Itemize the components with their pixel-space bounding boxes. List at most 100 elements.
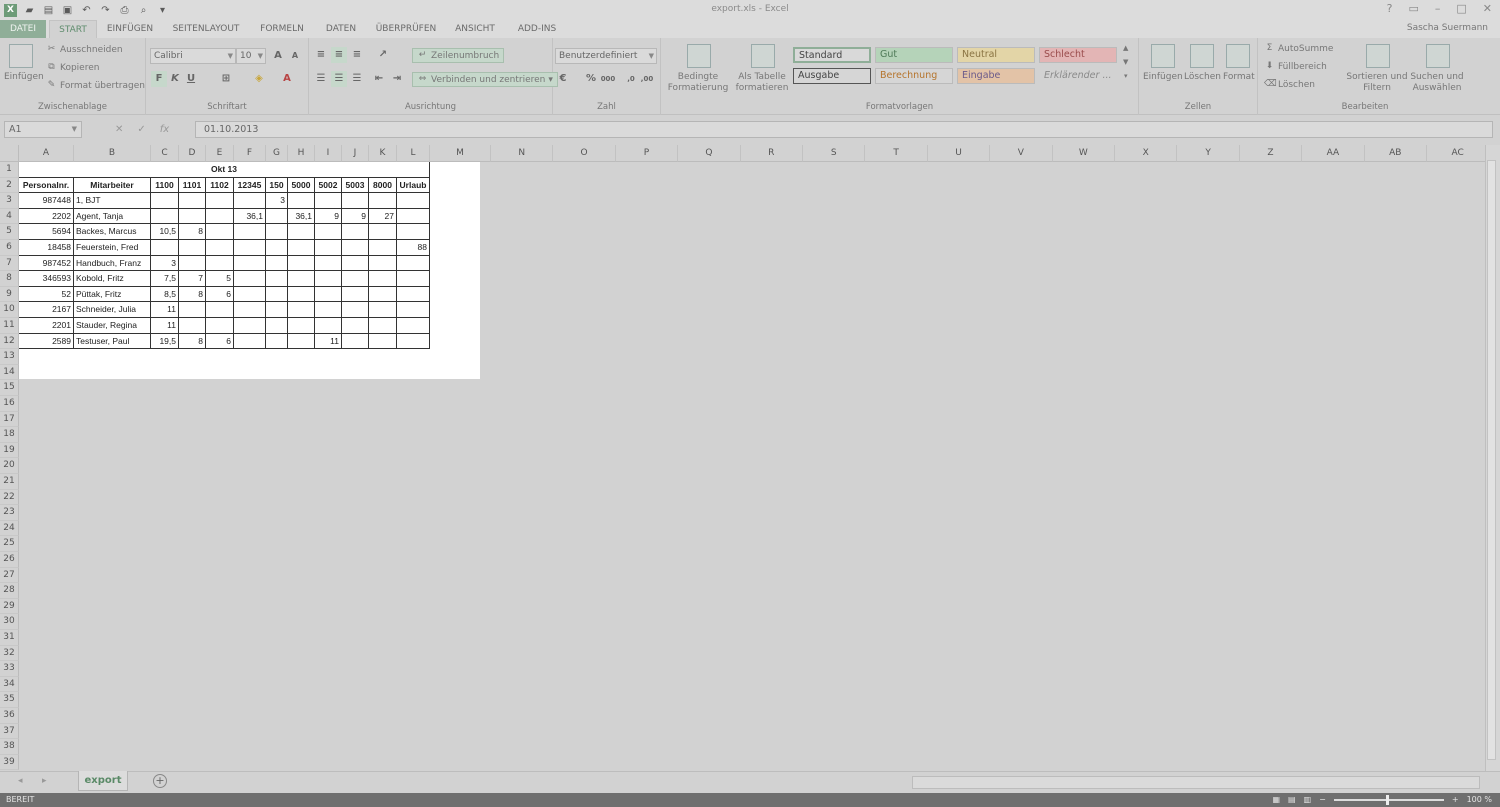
row-header-16[interactable]: 16 bbox=[0, 396, 19, 412]
decrease-indent-icon[interactable]: ⇤ bbox=[371, 71, 387, 87]
data-cell[interactable] bbox=[315, 193, 342, 209]
undo-icon[interactable]: ↶ bbox=[80, 4, 93, 17]
data-cell[interactable]: Agent, Tanja bbox=[74, 208, 151, 225]
font-family-combo[interactable]: Calibri ▼ bbox=[150, 48, 236, 64]
row-header-27[interactable]: 27 bbox=[0, 567, 19, 584]
data-cell[interactable] bbox=[234, 240, 266, 256]
data-cell[interactable]: Handbuch, Franz bbox=[74, 255, 151, 272]
data-cell[interactable] bbox=[315, 302, 342, 318]
copy-button[interactable]: ⧉ Kopieren bbox=[46, 62, 99, 73]
data-cell[interactable]: 3 bbox=[266, 193, 288, 209]
bold-button[interactable]: F bbox=[151, 71, 167, 87]
vertical-scroll-thumb[interactable] bbox=[1487, 160, 1496, 760]
align-middle-icon[interactable]: ≡ bbox=[331, 47, 347, 63]
header-cell[interactable]: Mitarbeiter bbox=[74, 177, 151, 194]
row-header-10[interactable]: 10 bbox=[0, 302, 19, 318]
row-header-1[interactable]: 1 bbox=[0, 162, 19, 178]
column-header-z[interactable]: Z bbox=[1239, 145, 1303, 162]
style-standard[interactable]: Standard bbox=[793, 47, 871, 63]
style-ausgabe[interactable]: Ausgabe bbox=[793, 68, 871, 84]
row-header-31[interactable]: 31 bbox=[0, 630, 19, 646]
data-cell[interactable] bbox=[266, 255, 288, 272]
data-cell[interactable] bbox=[397, 302, 430, 318]
data-cell[interactable]: 8,5 bbox=[151, 286, 179, 303]
tab-einfuegen[interactable]: EINFÜGEN bbox=[100, 20, 160, 38]
help-icon[interactable]: ? bbox=[1387, 2, 1393, 15]
row-header-14[interactable]: 14 bbox=[0, 364, 19, 381]
style-schlecht[interactable]: Schlecht bbox=[1039, 47, 1117, 63]
style-neutral[interactable]: Neutral bbox=[957, 47, 1035, 63]
data-cell[interactable]: 5694 bbox=[19, 224, 74, 240]
data-cell[interactable]: 7 bbox=[179, 271, 206, 287]
border-icon[interactable]: ⊞ bbox=[218, 71, 234, 87]
data-cell[interactable] bbox=[369, 224, 397, 240]
column-header-h[interactable]: H bbox=[288, 145, 315, 162]
data-cell[interactable]: 88 bbox=[397, 240, 430, 256]
row-header-9[interactable]: 9 bbox=[0, 286, 19, 303]
cut-button[interactable]: ✂ Ausschneiden bbox=[46, 44, 123, 55]
data-cell[interactable]: 8 bbox=[179, 333, 206, 350]
data-cell[interactable]: 9 bbox=[315, 208, 342, 225]
column-header-o[interactable]: O bbox=[553, 145, 616, 162]
align-bottom-icon[interactable]: ≡ bbox=[349, 47, 365, 63]
data-cell[interactable] bbox=[206, 193, 234, 209]
data-cell[interactable] bbox=[315, 318, 342, 334]
data-cell[interactable] bbox=[342, 240, 369, 256]
data-cell[interactable]: Püttak, Fritz bbox=[74, 286, 151, 303]
row-header-29[interactable]: 29 bbox=[0, 598, 19, 615]
row-header-23[interactable]: 23 bbox=[0, 505, 19, 521]
row-header-24[interactable]: 24 bbox=[0, 520, 19, 537]
sort-filter-button[interactable]: Sortieren und Filtern bbox=[1346, 72, 1408, 94]
close-icon[interactable]: ✕ bbox=[1483, 2, 1492, 15]
column-header-x[interactable]: X bbox=[1115, 145, 1178, 162]
data-cell[interactable] bbox=[315, 286, 342, 303]
data-cell[interactable] bbox=[234, 333, 266, 350]
row-header-37[interactable]: 37 bbox=[0, 723, 19, 740]
decrease-decimal-icon[interactable]: ,00 bbox=[639, 71, 655, 87]
paste-icon[interactable] bbox=[9, 44, 33, 68]
data-cell[interactable]: Testuser, Paul bbox=[74, 333, 151, 350]
data-cell[interactable]: 11 bbox=[151, 302, 179, 318]
column-header-y[interactable]: Y bbox=[1177, 145, 1240, 162]
row-header-34[interactable]: 34 bbox=[0, 676, 19, 693]
data-cell[interactable]: 36,1 bbox=[234, 208, 266, 225]
tab-ueberpruefen[interactable]: ÜBERPRÜFEN bbox=[370, 20, 442, 38]
open-icon[interactable]: ▤ bbox=[42, 4, 55, 17]
header-cell[interactable]: 5002 bbox=[315, 177, 342, 194]
insert-cells-button[interactable]: Einfügen bbox=[1143, 72, 1183, 82]
data-cell[interactable]: Schneider, Julia bbox=[74, 302, 151, 318]
header-cell[interactable]: 1102 bbox=[206, 177, 234, 194]
tab-add-ins[interactable]: ADD-INS bbox=[508, 20, 566, 38]
paste-button[interactable]: Einfügen bbox=[4, 72, 44, 82]
increase-indent-icon[interactable]: ⇥ bbox=[389, 71, 405, 87]
data-cell[interactable] bbox=[288, 240, 315, 256]
data-cell[interactable]: 11 bbox=[151, 318, 179, 334]
row-header-3[interactable]: 3 bbox=[0, 193, 19, 209]
data-cell[interactable] bbox=[342, 286, 369, 303]
align-center-icon[interactable]: ☰ bbox=[331, 71, 347, 87]
zoom-out-icon[interactable]: − bbox=[1319, 793, 1326, 807]
align-left-icon[interactable]: ☰ bbox=[313, 71, 329, 87]
page-layout-icon[interactable]: ▤ bbox=[1288, 793, 1296, 807]
row-header-12[interactable]: 12 bbox=[0, 333, 19, 350]
data-cell[interactable] bbox=[315, 271, 342, 287]
save-icon[interactable]: ▣ bbox=[61, 4, 74, 17]
row-header-11[interactable]: 11 bbox=[0, 318, 19, 334]
data-cell[interactable] bbox=[288, 224, 315, 240]
column-header-t[interactable]: T bbox=[865, 145, 928, 162]
row-header-7[interactable]: 7 bbox=[0, 255, 19, 272]
column-header-ac[interactable]: AC bbox=[1427, 145, 1485, 162]
column-header-b[interactable]: B bbox=[74, 145, 151, 162]
row-header-19[interactable]: 19 bbox=[0, 442, 19, 459]
data-cell[interactable] bbox=[397, 193, 430, 209]
row-header-4[interactable]: 4 bbox=[0, 208, 19, 225]
data-cell[interactable]: 10,5 bbox=[151, 224, 179, 240]
data-cell[interactable] bbox=[369, 193, 397, 209]
find-select-button[interactable]: Suchen und Auswählen bbox=[1408, 72, 1466, 94]
header-cell[interactable]: Urlaub bbox=[397, 177, 430, 194]
data-cell[interactable] bbox=[179, 240, 206, 256]
column-header-r[interactable]: R bbox=[740, 145, 803, 162]
header-cell[interactable]: 5003 bbox=[342, 177, 369, 194]
header-cell[interactable]: 5000 bbox=[288, 177, 315, 194]
data-cell[interactable] bbox=[206, 208, 234, 225]
